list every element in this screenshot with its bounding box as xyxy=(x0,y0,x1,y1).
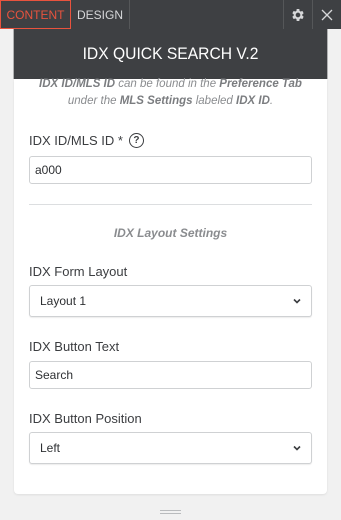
form-layout-label: IDX Form Layout xyxy=(29,264,128,279)
chevron-down-icon xyxy=(293,445,301,451)
grip-line xyxy=(160,510,181,511)
tab-design[interactable]: DESIGN xyxy=(71,0,130,29)
button-position-value: Left xyxy=(40,441,61,455)
idx-id-input[interactable]: a000 xyxy=(29,156,312,184)
hint-line-1: IDX ID/MLS ID can be found in the Prefer… xyxy=(14,76,327,92)
panel-title: IDX QUICK SEARCH V.2 xyxy=(13,29,328,79)
hint-text-1: can be found in the xyxy=(115,78,220,90)
form-layout-value: Layout 1 xyxy=(40,294,87,308)
chevron-down-icon xyxy=(293,298,301,304)
divider xyxy=(29,204,312,205)
hint-period: . xyxy=(269,95,274,107)
idx-id-label: IDX ID/MLS ID * xyxy=(29,133,123,148)
grip-line xyxy=(160,513,181,514)
settings-panel: IDX ID/MLS ID can be found in the Prefer… xyxy=(14,76,327,494)
grip-icon[interactable] xyxy=(160,510,181,516)
button-text-label: IDX Button Text xyxy=(29,339,120,354)
button-position-select[interactable]: Left xyxy=(29,432,312,464)
gear-icon xyxy=(292,8,304,21)
settings-button[interactable] xyxy=(283,0,312,29)
hint-bold-preference: Preference Tab xyxy=(219,78,302,90)
close-icon xyxy=(321,9,333,20)
hint-bold-mls: MLS Settings xyxy=(119,95,193,107)
top-tab-bar: CONTENT DESIGN xyxy=(0,0,341,29)
tab-content[interactable]: CONTENT xyxy=(0,0,71,29)
close-button[interactable] xyxy=(312,0,341,29)
layout-settings-title: IDX Layout Settings xyxy=(113,226,228,240)
form-layout-select[interactable]: Layout 1 xyxy=(29,285,312,317)
help-icon[interactable]: ? xyxy=(128,133,144,148)
hint-bold-idxid: IDX ID xyxy=(236,95,270,107)
button-position-label: IDX Button Position xyxy=(29,411,142,426)
tab-bar-spacer xyxy=(130,0,283,29)
hint-line-2: under the MLS Settings labeled IDX ID. xyxy=(14,93,327,109)
hint-bold-idx: IDX ID/MLS ID xyxy=(39,78,116,90)
button-text-input[interactable]: Search xyxy=(29,361,312,389)
hint-text-2: under the xyxy=(67,95,120,107)
hint-text-3: labeled xyxy=(192,95,237,107)
idx-id-label-row: IDX ID/MLS ID * ? xyxy=(29,133,144,148)
